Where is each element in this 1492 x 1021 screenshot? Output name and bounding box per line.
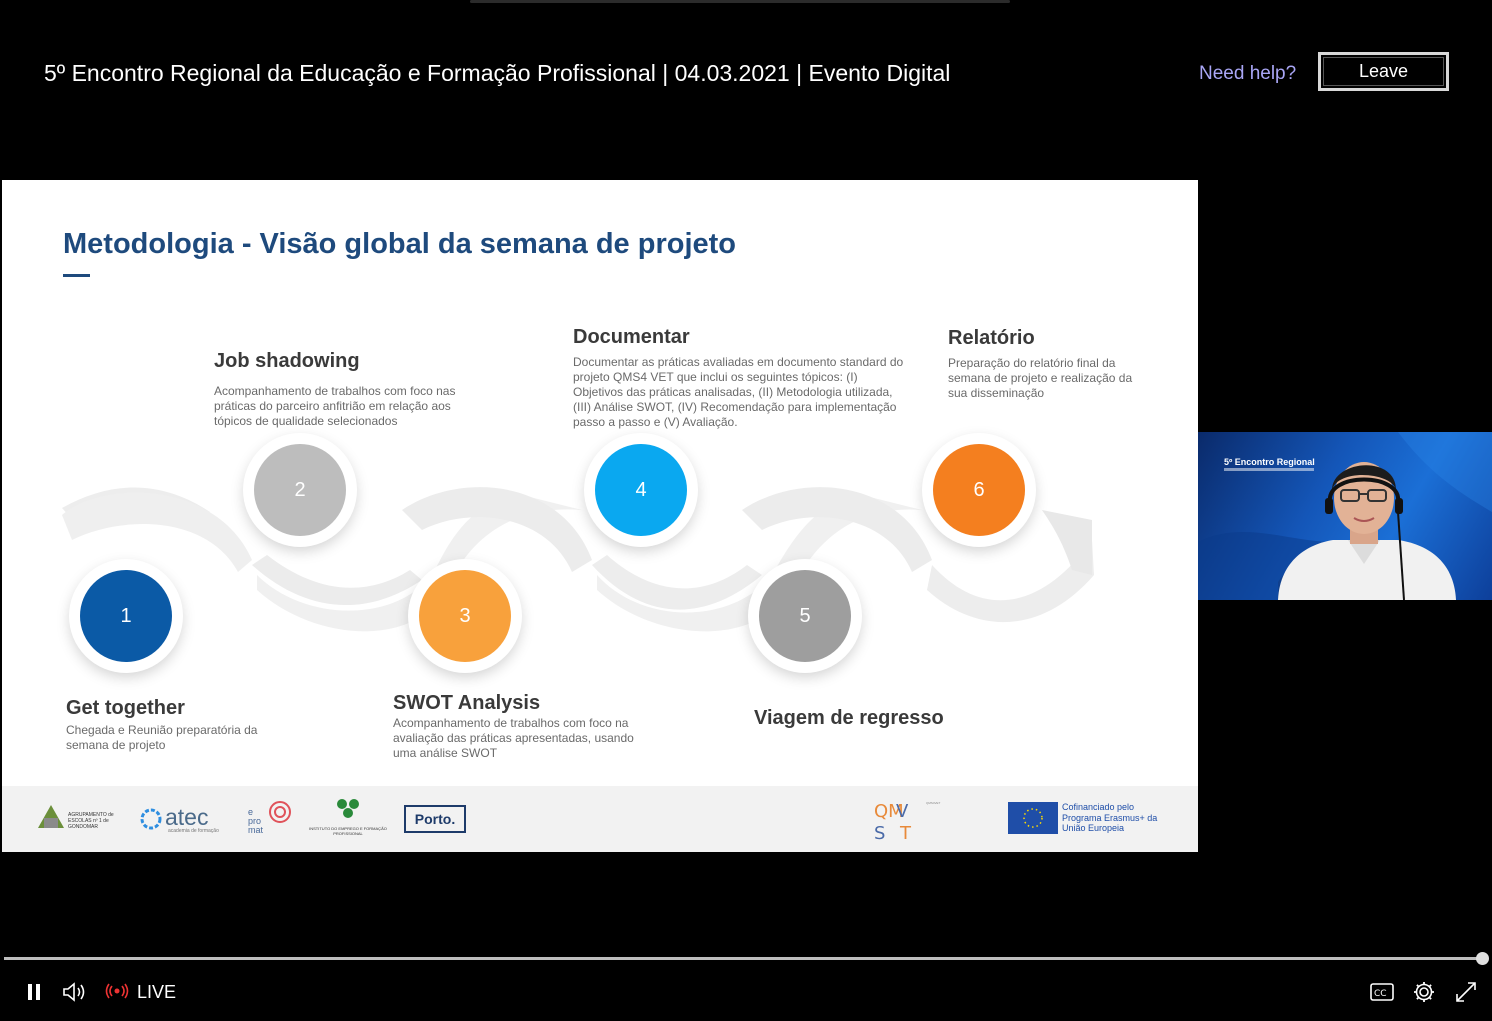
captions-button[interactable]: CC <box>1368 980 1396 1004</box>
event-title: 5º Encontro Regional da Educação e Forma… <box>44 60 951 86</box>
top-scrollbar[interactable] <box>470 0 1010 3</box>
school-crest-icon <box>38 805 64 828</box>
svg-text:S: S <box>874 823 885 841</box>
step-4-description: Documentar as práticas avaliadas em docu… <box>573 355 904 429</box>
fullscreen-icon <box>1456 982 1476 1002</box>
promat-logo-text: e pro mat <box>248 807 264 835</box>
atec-swirl-icon <box>140 808 162 830</box>
volume-icon <box>63 982 85 1002</box>
step-2-description: Acompanhamento de trabalhos com foco nas… <box>214 384 456 428</box>
step-6-description: Preparação do relatório final da semana … <box>948 356 1133 400</box>
promat-logo: e pro mat <box>246 800 296 840</box>
qms4vet-logo: QM V S T QMS4VET <box>874 797 974 844</box>
step-5-heading: Viagem de regresso <box>754 707 944 729</box>
agrupamento-logo-text: AGRUPAMENTO de ESCOLAS nº 1 de GONDOMAR <box>68 812 114 830</box>
step-4-circle: 4 <box>595 444 687 536</box>
step-1-circle: 1 <box>80 570 172 662</box>
iefp-logo: INSTITUTO DO EMPREGO E FORMAÇÃO PROFISSI… <box>308 798 388 842</box>
need-help-link[interactable]: Need help? <box>1199 63 1296 85</box>
presentation-slide: Metodologia - Visão global da semana de … <box>2 180 1198 852</box>
pause-icon <box>28 984 40 1000</box>
step-4-heading: Documentar <box>573 326 690 348</box>
step-6-heading: Relatório <box>948 327 1035 349</box>
porto-logo: Porto. <box>404 805 466 833</box>
fullscreen-button[interactable] <box>1452 978 1480 1006</box>
step-3-description: Acompanhamento de trabalhos com foco na … <box>393 716 634 760</box>
title-underline <box>63 274 90 277</box>
svg-text:V: V <box>896 801 909 822</box>
step-3-circle: 3 <box>419 570 511 662</box>
eu-erasmus-logo: Cofinanciado pelo Programa Erasmus+ da U… <box>1008 802 1158 836</box>
settings-icon <box>1414 982 1434 1002</box>
settings-button[interactable] <box>1410 978 1438 1006</box>
agrupamento-logo: AGRUPAMENTO de ESCOLAS nº 1 de GONDOMAR <box>36 802 118 838</box>
live-indicator <box>104 982 130 1000</box>
webcam-caption-subline <box>1224 468 1314 471</box>
iefp-logo-text: INSTITUTO DO EMPREGO E FORMAÇÃO PROFISSI… <box>309 826 387 836</box>
captions-icon: CC <box>1370 983 1394 1001</box>
speaker-webcam: 5º Encontro Regional <box>1198 432 1492 600</box>
step-3-heading: SWOT Analysis <box>393 692 541 714</box>
leave-button[interactable]: Leave <box>1318 52 1449 91</box>
iefp-emblem-icon <box>337 799 359 818</box>
live-label: LIVE <box>137 982 177 1002</box>
step-1-description: Chegada e Reunião preparatória da semana… <box>66 723 258 752</box>
step-2-heading: Job shadowing <box>214 350 360 372</box>
playback-progress-knob[interactable] <box>1476 952 1490 965</box>
step-6-circle: 6 <box>933 444 1025 536</box>
volume-button[interactable] <box>61 979 89 1005</box>
pause-button[interactable] <box>22 980 46 1004</box>
svg-text:T: T <box>899 823 912 841</box>
svg-text:CC: CC <box>1374 989 1387 999</box>
playback-progress-bar[interactable] <box>4 957 1484 960</box>
eu-erasmus-logo-text: Cofinanciado pelo Programa Erasmus+ da U… <box>1062 802 1158 833</box>
live-indicator-icon <box>105 983 129 999</box>
partner-logos-strip: AGRUPAMENTO de ESCOLAS nº 1 de GONDOMAR … <box>2 786 1198 852</box>
eu-flag-icon <box>1008 802 1058 834</box>
atec-logo-subtext: academia de formação <box>168 828 219 834</box>
atec-logo-text: atec <box>165 804 209 830</box>
step-5-circle: 5 <box>759 570 851 662</box>
atec-logo: atec academia de formação <box>140 804 230 836</box>
qms4vet-logo-text: QMS4VET <box>926 801 941 805</box>
promat-circle-icon <box>269 801 291 823</box>
qms4vet-mark-icon: QM V S T <box>874 801 912 844</box>
step-1-heading: Get together <box>66 697 185 719</box>
slide-title: Metodologia - Visão global da semana de … <box>63 228 737 260</box>
porto-logo-text: Porto. <box>414 811 456 827</box>
step-2-circle: 2 <box>254 444 346 536</box>
webcam-caption: 5º Encontro Regional <box>1224 457 1315 467</box>
